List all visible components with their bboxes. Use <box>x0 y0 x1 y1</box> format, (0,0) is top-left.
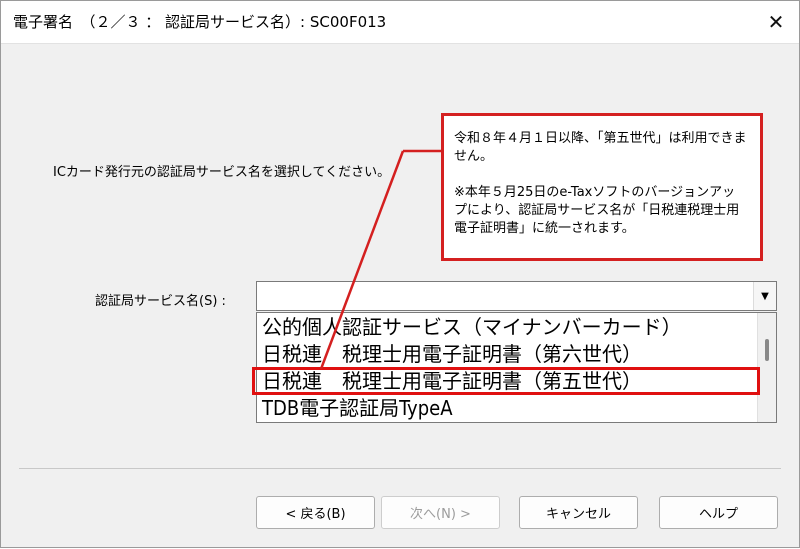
callout-text-2: ※本年５月25日のe-Taxソフトのバージョンアップにより、認証局サービス名が「… <box>454 185 740 236</box>
callout-connector-lines <box>319 149 446 370</box>
window-title: 電子署名 （２／３ ： 認証局サービス名）: SC00F013 <box>13 13 387 31</box>
footer-separator <box>19 468 781 469</box>
service-name-listbox[interactable]: 公的個人認証サービス（マイナンバーカード） 日税連 税理士用電子証明書（第六世代… <box>256 312 777 423</box>
help-button[interactable]: ヘルプ <box>659 496 778 529</box>
listbox-scrollbar[interactable] <box>757 313 776 422</box>
dropdown-arrow-icon[interactable]: ▼ <box>753 282 776 310</box>
close-icon[interactable]: ✕ <box>753 1 799 43</box>
list-item-tdb-typea[interactable]: TDB電子認証局TypeA <box>262 395 453 422</box>
service-name-combobox[interactable]: ▼ <box>256 281 777 311</box>
list-item-nichizeiren-5th[interactable]: 日税連 税理士用電子証明書（第五世代） <box>262 368 642 395</box>
dialog-window: 電子署名 （２／３ ： 認証局サービス名）: SC00F013 ✕ ICカード発… <box>0 0 800 548</box>
title-bar: 電子署名 （２／３ ： 認証局サービス名）: SC00F013 ✕ <box>1 1 799 44</box>
list-item-nichizeiren-6th[interactable]: 日税連 税理士用電子証明書（第六世代） <box>262 341 642 368</box>
cancel-button[interactable]: キャンセル <box>519 496 638 529</box>
back-button[interactable]: < 戻る(B) <box>256 496 375 529</box>
scrollbar-thumb[interactable] <box>765 339 769 361</box>
service-name-label: 認証局サービス名(S) : <box>95 294 226 309</box>
callout-text-1: 令和８年４月１日以降、「第五世代」は利用できません。 <box>454 131 747 164</box>
annotation-callout: 令和８年４月１日以降、「第五世代」は利用できません。 ※本年５月25日のe-Ta… <box>441 113 763 261</box>
instruction-text: ICカード発行元の認証局サービス名を選択してください。 <box>53 165 391 180</box>
next-button[interactable]: 次へ(N) > <box>381 496 500 529</box>
list-item-jpki[interactable]: 公的個人認証サービス（マイナンバーカード） <box>262 314 682 341</box>
